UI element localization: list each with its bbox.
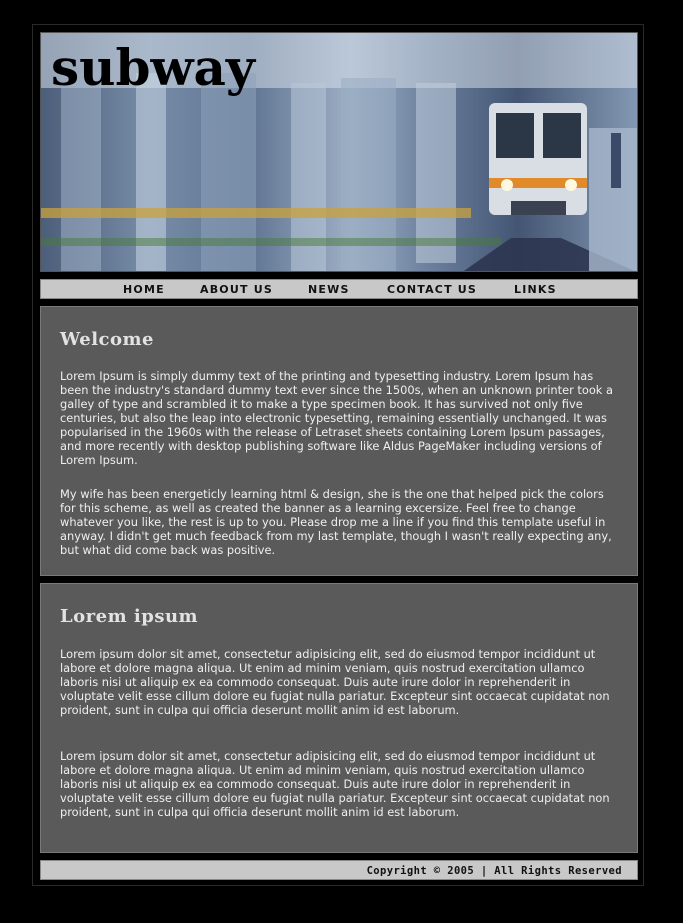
- nav-links-link[interactable]: LINKS: [514, 283, 557, 296]
- main-navigation: HOME ABOUT US NEWS CONTACT US LINKS: [40, 279, 638, 299]
- section-paragraph: Lorem ipsum dolor sit amet, consectetur …: [60, 647, 610, 717]
- section-paragraph: Lorem ipsum dolor sit amet, consectetur …: [60, 749, 610, 819]
- nav-news-link[interactable]: NEWS: [308, 283, 350, 296]
- site-title: subway: [51, 38, 255, 97]
- header-banner: subway: [40, 32, 638, 272]
- section-paragraph: Lorem Ipsum is simply dummy text of the …: [60, 369, 614, 467]
- footer-bar: Copyright © 2005 | All Rights Reserved: [40, 860, 638, 880]
- copyright-text: Copyright © 2005 | All Rights Reserved: [366, 865, 622, 877]
- section-heading: Welcome: [60, 329, 155, 350]
- welcome-section: Welcome Lorem Ipsum is simply dummy text…: [40, 306, 638, 576]
- lorem-ipsum-section: Lorem ipsum Lorem ipsum dolor sit amet, …: [40, 583, 638, 853]
- nav-about-us-link[interactable]: ABOUT US: [200, 283, 273, 296]
- section-heading: Lorem ipsum: [60, 606, 199, 627]
- nav-contact-us-link[interactable]: CONTACT US: [387, 283, 477, 296]
- section-paragraph: My wife has been energeticly learning ht…: [60, 487, 612, 557]
- nav-home-link[interactable]: HOME: [123, 283, 165, 296]
